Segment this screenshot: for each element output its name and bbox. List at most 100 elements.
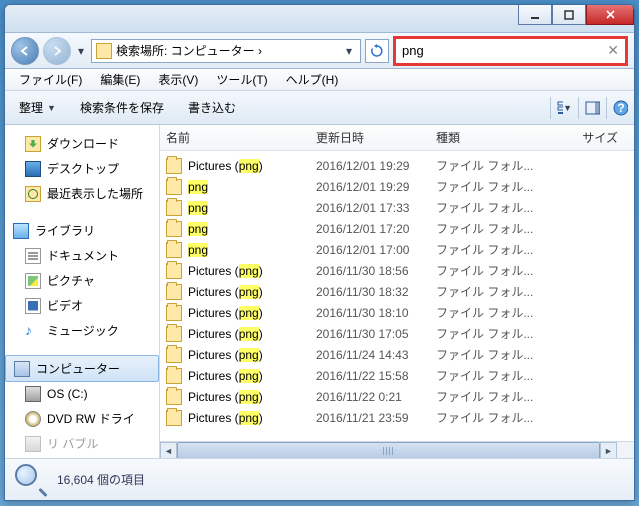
file-name: Pictures (png) — [188, 159, 316, 173]
file-row[interactable]: Pictures (png)2016/11/21 23:59ファイル フォル..… — [160, 407, 634, 428]
column-header-name[interactable]: 名前 — [166, 129, 316, 146]
file-row[interactable]: Pictures (png)2016/11/30 18:32ファイル フォル..… — [160, 281, 634, 302]
scroll-thumb[interactable] — [177, 442, 600, 458]
file-name: png — [188, 180, 316, 194]
navigation-pane[interactable]: ダウンロード デスクトップ 最近表示した場所 ライブラリ ドキュメント ピクチャ… — [5, 125, 160, 458]
status-text: 16,604 個の項目 — [57, 471, 145, 488]
file-list[interactable]: Pictures (png)2016/12/01 19:29ファイル フォル..… — [160, 151, 634, 441]
save-search-button[interactable]: 検索条件を保存 — [72, 95, 172, 120]
menu-view[interactable]: 表示(V) — [150, 69, 206, 90]
file-row[interactable]: png2016/12/01 17:00ファイル フォル... — [160, 239, 634, 260]
sidebar-item-dvd[interactable]: DVD RW ドライ — [5, 406, 159, 431]
column-header-type[interactable]: 種類 — [436, 129, 546, 146]
file-name: Pictures (png) — [188, 285, 316, 299]
file-row[interactable]: Pictures (png)2016/11/30 18:10ファイル フォル..… — [160, 302, 634, 323]
sidebar-group-computer[interactable]: コンピューター — [5, 355, 159, 382]
scroll-left-button[interactable]: ◄ — [160, 442, 177, 458]
file-row[interactable]: png2016/12/01 17:33ファイル フォル... — [160, 197, 634, 218]
file-row[interactable]: Pictures (png)2016/12/01 19:29ファイル フォル..… — [160, 155, 634, 176]
minimize-button[interactable] — [518, 5, 552, 25]
menu-bar: ファイル(F) 編集(E) 表示(V) ツール(T) ヘルプ(H) — [5, 69, 634, 91]
file-name: png — [188, 243, 316, 257]
sidebar-group-libraries[interactable]: ライブラリ — [5, 218, 159, 243]
folder-icon — [166, 410, 182, 426]
address-bar[interactable]: 検索場所: コンピューター › ▾ — [91, 39, 361, 63]
menu-file[interactable]: ファイル(F) — [11, 69, 90, 90]
menu-tools[interactable]: ツール(T) — [208, 69, 275, 90]
file-date: 2016/11/30 18:32 — [316, 285, 436, 299]
file-type: ファイル フォル... — [436, 409, 546, 426]
close-button[interactable] — [586, 5, 634, 25]
file-type: ファイル フォル... — [436, 325, 546, 342]
horizontal-scrollbar[interactable]: ◄ ► — [160, 441, 634, 458]
download-icon — [25, 136, 41, 152]
menu-help[interactable]: ヘルプ(H) — [278, 69, 347, 90]
search-input[interactable] — [402, 43, 607, 58]
search-box[interactable]: ✕ — [393, 36, 628, 66]
menu-edit[interactable]: 編集(E) — [92, 69, 148, 90]
file-date: 2016/11/24 14:43 — [316, 348, 436, 362]
view-mode-button[interactable]: ▼ — [550, 97, 572, 119]
file-name: Pictures (png) — [188, 390, 316, 404]
file-row[interactable]: Pictures (png)2016/11/24 14:43ファイル フォル..… — [160, 344, 634, 365]
file-date: 2016/11/22 15:58 — [316, 369, 436, 383]
maximize-button[interactable] — [552, 5, 586, 25]
sidebar-item-pictures[interactable]: ピクチャ — [5, 268, 159, 293]
folder-icon — [166, 221, 182, 237]
file-type: ファイル フォル... — [436, 304, 546, 321]
forward-button[interactable] — [43, 37, 71, 65]
clear-search-icon[interactable]: ✕ — [607, 42, 619, 59]
folder-icon — [166, 263, 182, 279]
status-bar: 16,604 個の項目 — [5, 458, 634, 500]
file-date: 2016/11/30 18:10 — [316, 306, 436, 320]
file-type: ファイル フォル... — [436, 283, 546, 300]
refresh-button[interactable] — [365, 39, 389, 63]
history-dropdown-icon[interactable]: ▾ — [75, 41, 87, 61]
file-date: 2016/12/01 17:33 — [316, 201, 436, 215]
back-button[interactable] — [11, 37, 39, 65]
file-date: 2016/11/21 23:59 — [316, 411, 436, 425]
file-date: 2016/11/30 17:05 — [316, 327, 436, 341]
desktop-icon — [25, 161, 41, 177]
help-button[interactable]: ? — [606, 97, 628, 119]
drive-icon — [25, 386, 41, 402]
column-header-size[interactable]: サイズ — [546, 129, 628, 146]
file-date: 2016/12/01 19:29 — [316, 180, 436, 194]
dvd-icon — [25, 411, 41, 427]
preview-pane-button[interactable] — [578, 97, 600, 119]
document-icon — [25, 248, 41, 264]
sidebar-item-removable[interactable]: リ バブル — [5, 431, 159, 456]
file-row[interactable]: png2016/12/01 17:20ファイル フォル... — [160, 218, 634, 239]
file-type: ファイル フォル... — [436, 367, 546, 384]
file-type: ファイル フォル... — [436, 388, 546, 405]
file-type: ファイル フォル... — [436, 220, 546, 237]
organize-button[interactable]: 整理▼ — [11, 95, 64, 120]
search-icon — [15, 464, 47, 496]
svg-text:?: ? — [617, 101, 624, 115]
file-name: png — [188, 222, 316, 236]
file-row[interactable]: Pictures (png)2016/11/22 15:58ファイル フォル..… — [160, 365, 634, 386]
file-type: ファイル フォル... — [436, 157, 546, 174]
sidebar-item-documents[interactable]: ドキュメント — [5, 243, 159, 268]
folder-icon — [166, 179, 182, 195]
sidebar-item-recent[interactable]: 最近表示した場所 — [5, 181, 159, 206]
sidebar-item-downloads[interactable]: ダウンロード — [5, 131, 159, 156]
scroll-right-button[interactable]: ► — [600, 442, 617, 458]
sidebar-item-videos[interactable]: ビデオ — [5, 293, 159, 318]
file-row[interactable]: Pictures (png)2016/11/30 17:05ファイル フォル..… — [160, 323, 634, 344]
file-name: png — [188, 201, 316, 215]
window-buttons — [518, 5, 634, 25]
address-dropdown-icon[interactable]: ▾ — [342, 44, 356, 58]
file-row[interactable]: Pictures (png)2016/11/30 18:56ファイル フォル..… — [160, 260, 634, 281]
column-header-date[interactable]: 更新日時 — [316, 129, 436, 146]
recent-icon — [25, 186, 41, 202]
sidebar-item-music[interactable]: ♪ミュージック — [5, 318, 159, 343]
file-row[interactable]: png2016/12/01 19:29ファイル フォル... — [160, 176, 634, 197]
sidebar-item-desktop[interactable]: デスクトップ — [5, 156, 159, 181]
video-icon — [25, 298, 41, 314]
burn-button[interactable]: 書き込む — [180, 95, 244, 120]
sidebar-item-osc[interactable]: OS (C:) — [5, 382, 159, 406]
file-type: ファイル フォル... — [436, 199, 546, 216]
folder-icon — [166, 284, 182, 300]
file-row[interactable]: Pictures (png)2016/11/22 0:21ファイル フォル... — [160, 386, 634, 407]
